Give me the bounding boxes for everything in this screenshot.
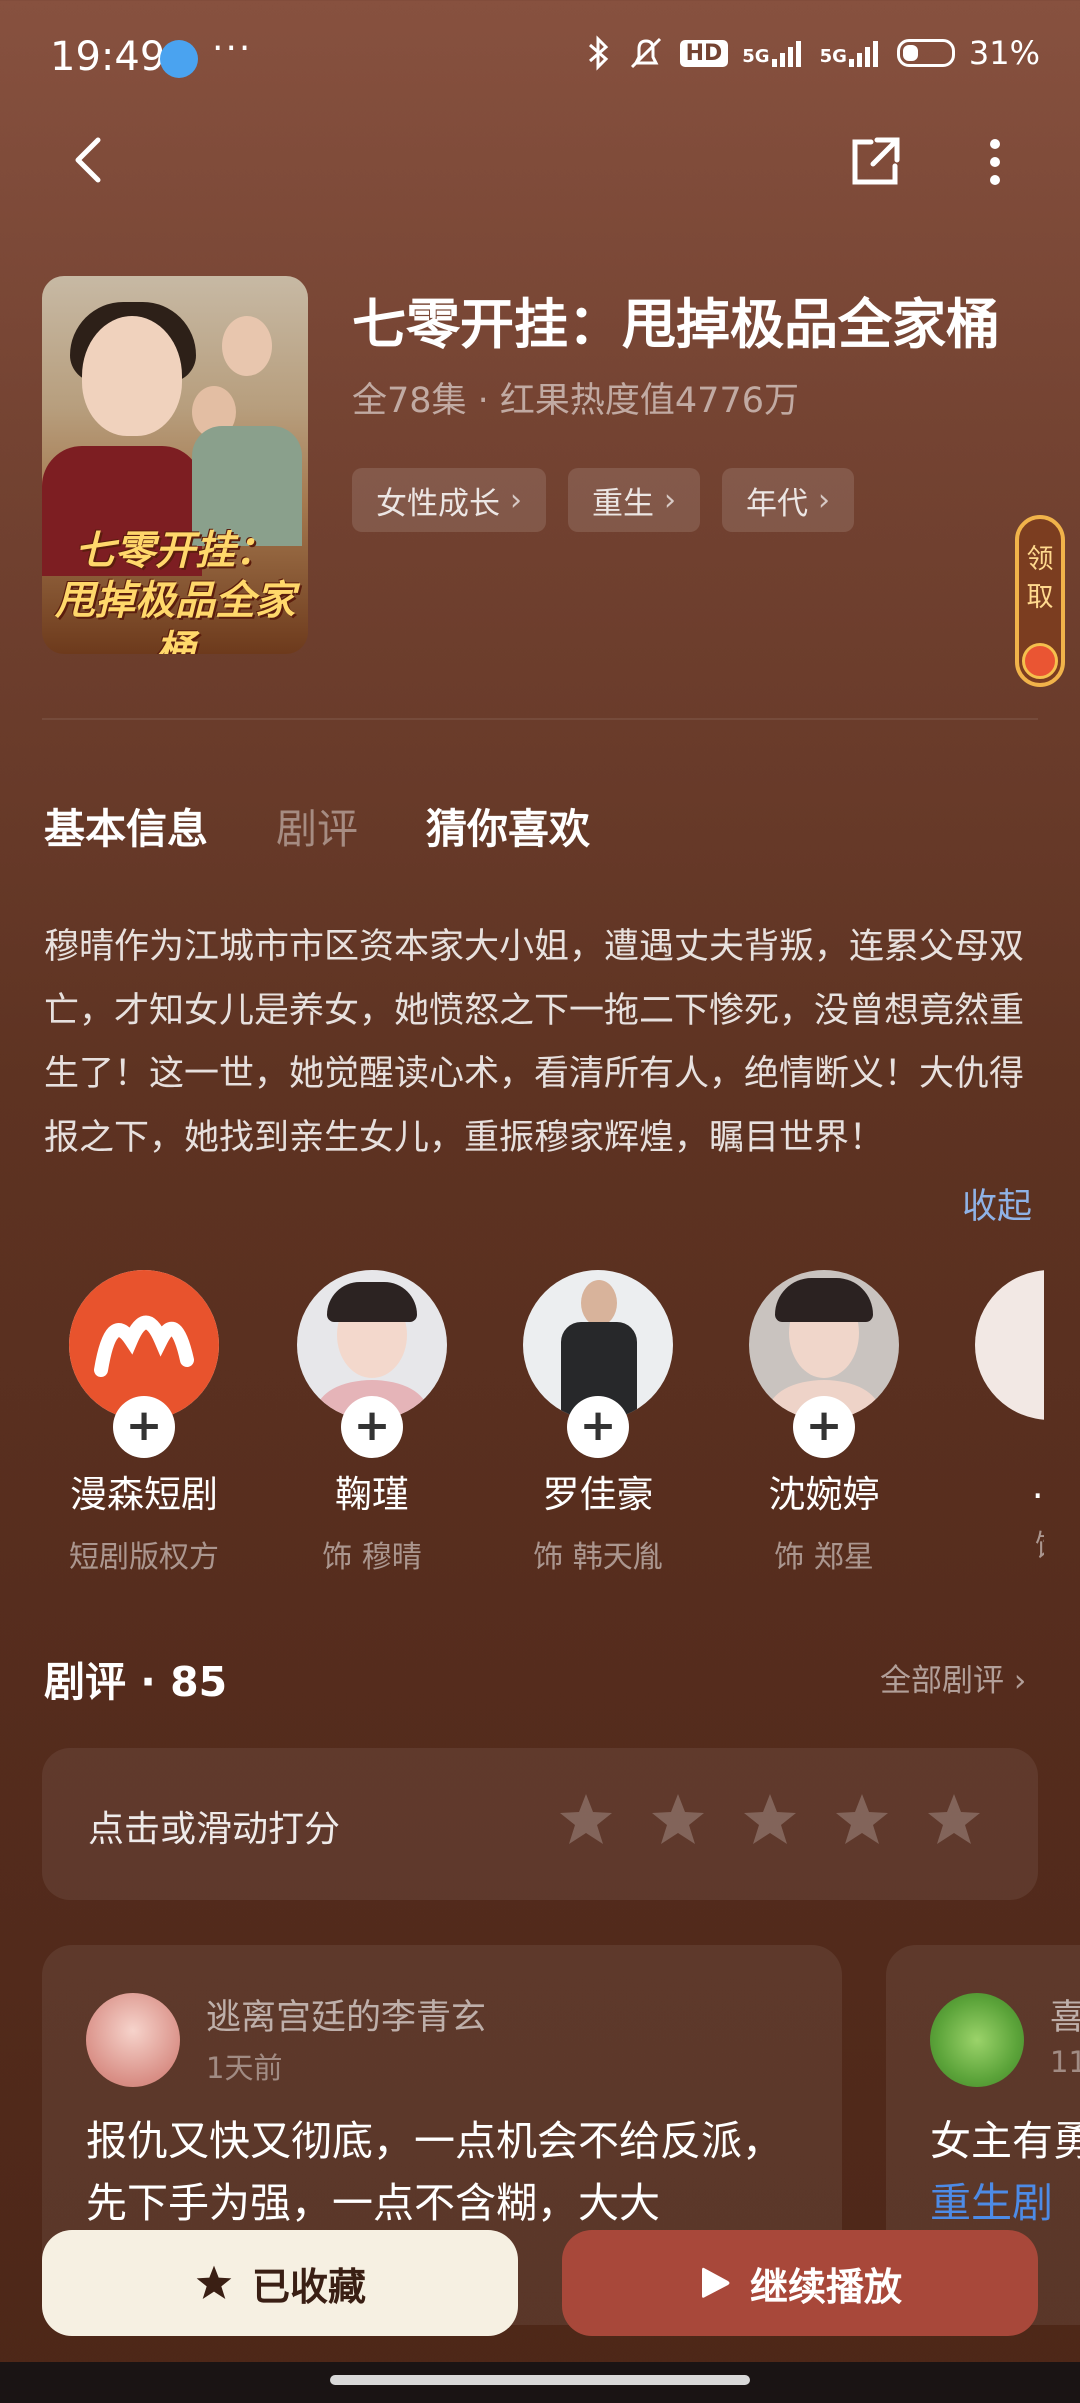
back-icon[interactable]: [60, 130, 120, 190]
avatar: +: [297, 1270, 447, 1458]
battery-icon: [896, 39, 955, 67]
star-icon[interactable]: [924, 1790, 984, 1850]
follow-button[interactable]: +: [113, 1396, 175, 1458]
star-icon[interactable]: [556, 1790, 616, 1850]
app-notification-icon: [160, 40, 198, 78]
collapse-button[interactable]: 收起: [962, 1178, 1032, 1229]
star-icon[interactable]: [832, 1790, 892, 1850]
chevron-right-icon: ›: [664, 482, 676, 518]
cast-item[interactable]: + 沈婉婷 饰 郑星: [724, 1270, 924, 1570]
avatar: [975, 1270, 1044, 1420]
status-time: 19:49: [50, 34, 166, 80]
red-envelope-icon: [1022, 643, 1058, 679]
avatar: +: [69, 1270, 219, 1458]
star-filled-icon: [196, 2265, 232, 2299]
synopsis-text: 穆晴作为江城市市区资本家大小姐，遭遇丈夫背叛，连累父母双亡，才知女儿是养女，她愤…: [44, 927, 1025, 1158]
cast-name: 鞠瑾: [335, 1473, 409, 1516]
follow-button[interactable]: +: [793, 1396, 855, 1458]
reviews-title: 剧评 · 85: [44, 1658, 228, 1706]
chevron-right-icon: ›: [510, 482, 522, 518]
cast-item[interactable]: + 漫森短剧 短剧版权方: [44, 1270, 244, 1570]
follow-button[interactable]: +: [567, 1396, 629, 1458]
cast-role: 饰 郑星: [774, 1540, 874, 1570]
all-reviews-link[interactable]: 全部剧评 ›: [880, 1655, 1026, 1700]
cast-name: …: [950, 1464, 1045, 1507]
cast-role: 饰 韩天胤: [533, 1540, 663, 1570]
cast-item[interactable]: + 鞠瑾 饰 穆晴: [272, 1270, 472, 1570]
review-username: 喜: [1050, 1998, 1080, 2038]
drama-poster[interactable]: 七零开挂： 甩掉极品全家桶: [42, 276, 308, 654]
drama-title: 七零开挂：甩掉极品全家桶: [352, 293, 1000, 356]
favorite-button[interactable]: 已收藏: [42, 2230, 518, 2336]
tab-basic-info[interactable]: 基本信息: [44, 795, 208, 855]
poster-title: 七零开挂： 甩掉极品全家桶: [55, 527, 295, 654]
star-rating[interactable]: [556, 1790, 984, 1850]
star-icon[interactable]: [648, 1790, 708, 1850]
avatar: [930, 1993, 1024, 2087]
cast-name: 漫森短剧: [70, 1473, 218, 1516]
share-icon[interactable]: [845, 132, 905, 192]
review-time: 11: [1050, 2045, 1080, 2079]
claim-label: 领取: [1026, 544, 1054, 613]
tab-recommend[interactable]: 猜你喜欢: [426, 795, 590, 855]
poster-figure: [82, 316, 182, 436]
network-5g-1: 5G: [742, 39, 805, 67]
rating-box[interactable]: 点击或滑动打分: [42, 1748, 1038, 1900]
avatar: +: [523, 1270, 673, 1458]
play-icon: [701, 2267, 730, 2298]
follow-button[interactable]: +: [341, 1396, 403, 1458]
home-indicator[interactable]: [330, 2375, 750, 2385]
review-text: 报仇又快又彻底，一点机会不给反派，先下手为强，一点不含糊，大大: [86, 2117, 783, 2227]
review-time: 1天前: [206, 2051, 283, 2085]
cast-item[interactable]: … 饰: [950, 1270, 1044, 1565]
chevron-right-icon: ›: [1013, 1663, 1027, 1699]
cast-name: 罗佳豪: [542, 1473, 654, 1516]
rating-prompt: 点击或滑动打分: [88, 1809, 341, 1850]
status-icons: HD 5G 5G 31%: [586, 34, 1040, 72]
cast-role: 短剧版权方: [69, 1540, 219, 1570]
cast-role: 饰: [950, 1521, 1044, 1565]
bluetooth-icon: [588, 35, 608, 71]
studio-logo-icon: [94, 1315, 194, 1377]
tag-chip[interactable]: 重生 ›: [568, 468, 700, 532]
cast-list: + 漫森短剧 短剧版权方 + 鞠瑾 饰 穆晴 + 罗佳豪 饰 韩天胤 + 沈婉婷…: [44, 1270, 1044, 1570]
battery-percent: 31%: [968, 34, 1040, 72]
cast-item[interactable]: + 罗佳豪 饰 韩天胤: [498, 1270, 698, 1570]
star-icon[interactable]: [740, 1790, 800, 1850]
divider: [42, 718, 1038, 720]
cast-name: 沈婉婷: [768, 1473, 880, 1516]
avatar: [86, 1993, 180, 2087]
tag-chip[interactable]: 女性成长 ›: [352, 468, 546, 532]
continue-play-button[interactable]: 继续播放: [562, 2230, 1038, 2336]
avatar: +: [749, 1270, 899, 1458]
more-vertical-icon[interactable]: [975, 132, 1015, 192]
poster-figure: [222, 316, 272, 376]
hd-badge: HD: [679, 39, 729, 67]
signal-icon: [771, 41, 801, 67]
tab-reviews[interactable]: 剧评: [276, 795, 358, 855]
status-more-icon: ···: [212, 28, 253, 69]
signal-icon: [848, 41, 878, 67]
chevron-right-icon: ›: [818, 482, 830, 518]
claim-reward-widget[interactable]: 领取: [1015, 515, 1065, 687]
tag-list: 女性成长 › 重生 › 年代 ›: [352, 468, 854, 532]
review-link[interactable]: 重生剧: [930, 2172, 1080, 2234]
cast-role: 饰 穆晴: [322, 1540, 422, 1570]
review-username: 逃离宫廷的李青玄: [206, 1998, 487, 2038]
tab-bar: 基本信息 剧评 猜你喜欢: [44, 795, 590, 855]
drama-meta: 全78集 · 红果热度值4776万: [352, 381, 799, 421]
mute-icon: [630, 37, 661, 69]
network-5g-2: 5G: [820, 39, 883, 67]
tag-chip[interactable]: 年代 ›: [722, 468, 854, 532]
